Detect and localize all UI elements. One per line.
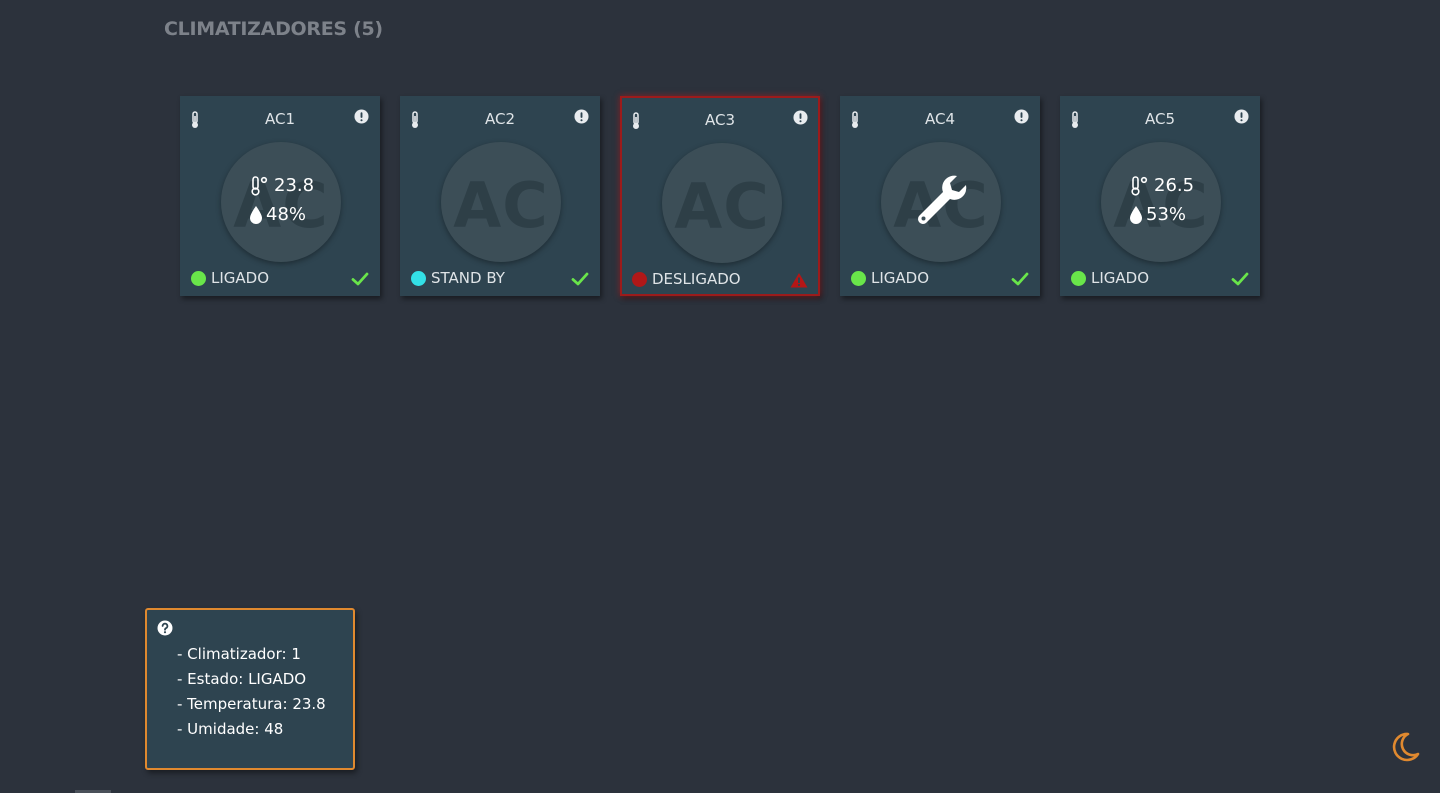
card-title: AC1 [264, 110, 295, 128]
humidity-reading: 48% [249, 204, 306, 225]
temperature-icon [251, 175, 268, 196]
moon-icon[interactable] [1388, 730, 1422, 764]
wrench-icon [918, 175, 967, 224]
status-indicator: STAND BY [411, 269, 505, 287]
ac-card-2[interactable]: AC2 AC STAND BY [400, 96, 600, 296]
info-icon[interactable] [574, 109, 589, 124]
status-label: LIGADO [211, 269, 270, 287]
ac-watermark: AC [674, 170, 770, 243]
temperature-value: 23.8 [274, 175, 315, 196]
tooltip-line: - Climatizador: 1 [177, 645, 301, 663]
check-icon [571, 272, 589, 286]
check-icon [351, 272, 369, 286]
temperature-value: 26.5 [1154, 175, 1195, 196]
page: CLIMATIZADORES (5) AC1 AC 23.8 48% LIGAD… [0, 0, 1440, 793]
info-icon[interactable] [1014, 109, 1029, 124]
info-icon[interactable] [793, 110, 808, 125]
temperature-reading: 23.8 [249, 175, 314, 196]
card-title: AC3 [704, 111, 735, 129]
ac-watermark: AC [453, 169, 549, 242]
status-dot [851, 270, 866, 286]
check-icon [1231, 272, 1249, 286]
droplet-icon [1130, 205, 1142, 224]
info-icon[interactable] [1234, 109, 1249, 124]
status-label: DESLIGADO [652, 270, 741, 288]
status-dot [191, 270, 206, 286]
status-dot [411, 270, 426, 286]
temperature-reading: 26.5 [1129, 175, 1194, 196]
status-dot [1071, 270, 1086, 286]
humidity-value: 48% [266, 204, 307, 225]
details-tooltip: - Climatizador: 1 - Estado: LIGADO - Tem… [145, 608, 355, 770]
ac-readings-circle: AC 23.8 48% [221, 142, 341, 262]
ac-card-1[interactable]: AC1 AC 23.8 48% LIGADO [180, 96, 380, 296]
ac-card-grid: AC1 AC 23.8 48% LIGADO AC2 AC STAND BY A… [180, 96, 1260, 296]
check-icon [1011, 272, 1029, 286]
ac-card-3[interactable]: AC3 AC DESLIGADO [620, 96, 820, 296]
ac-readings-circle: AC [881, 142, 1001, 262]
tooltip-lines: - Climatizador: 1 - Estado: LIGADO - Tem… [177, 642, 326, 742]
ac-card-5[interactable]: AC5 AC 26.5 53% LIGADO [1060, 96, 1260, 296]
ac-card-4[interactable]: AC4 AC LIGADO [840, 96, 1040, 296]
status-indicator: LIGADO [851, 269, 929, 287]
temperature-icon [1131, 175, 1148, 196]
droplet-icon [250, 205, 262, 224]
status-label: LIGADO [871, 269, 930, 287]
tooltip-line: - Estado: LIGADO [177, 670, 307, 688]
status-indicator: LIGADO [191, 269, 269, 287]
ac-readings-circle: AC [441, 142, 561, 262]
page-title: CLIMATIZADORES (5) [164, 18, 383, 40]
question-circle-icon [157, 620, 173, 636]
status-indicator: LIGADO [1071, 269, 1149, 287]
status-label: STAND BY [431, 269, 505, 287]
ac-readings-circle: AC [662, 143, 782, 263]
card-title: AC2 [484, 110, 515, 128]
status-indicator: DESLIGADO [632, 270, 741, 288]
ac-readings-circle: AC 26.5 53% [1101, 142, 1221, 262]
card-title: AC5 [1144, 110, 1175, 128]
tooltip-line: - Temperatura: 23.8 [177, 695, 326, 713]
tooltip-line: - Umidade: 48 [177, 720, 284, 738]
humidity-value: 53% [1146, 204, 1187, 225]
status-dot [632, 271, 647, 287]
status-label: LIGADO [1091, 269, 1150, 287]
humidity-reading: 53% [1129, 204, 1186, 225]
info-icon[interactable] [354, 109, 369, 124]
warning-icon [790, 273, 808, 288]
card-title: AC4 [924, 110, 955, 128]
